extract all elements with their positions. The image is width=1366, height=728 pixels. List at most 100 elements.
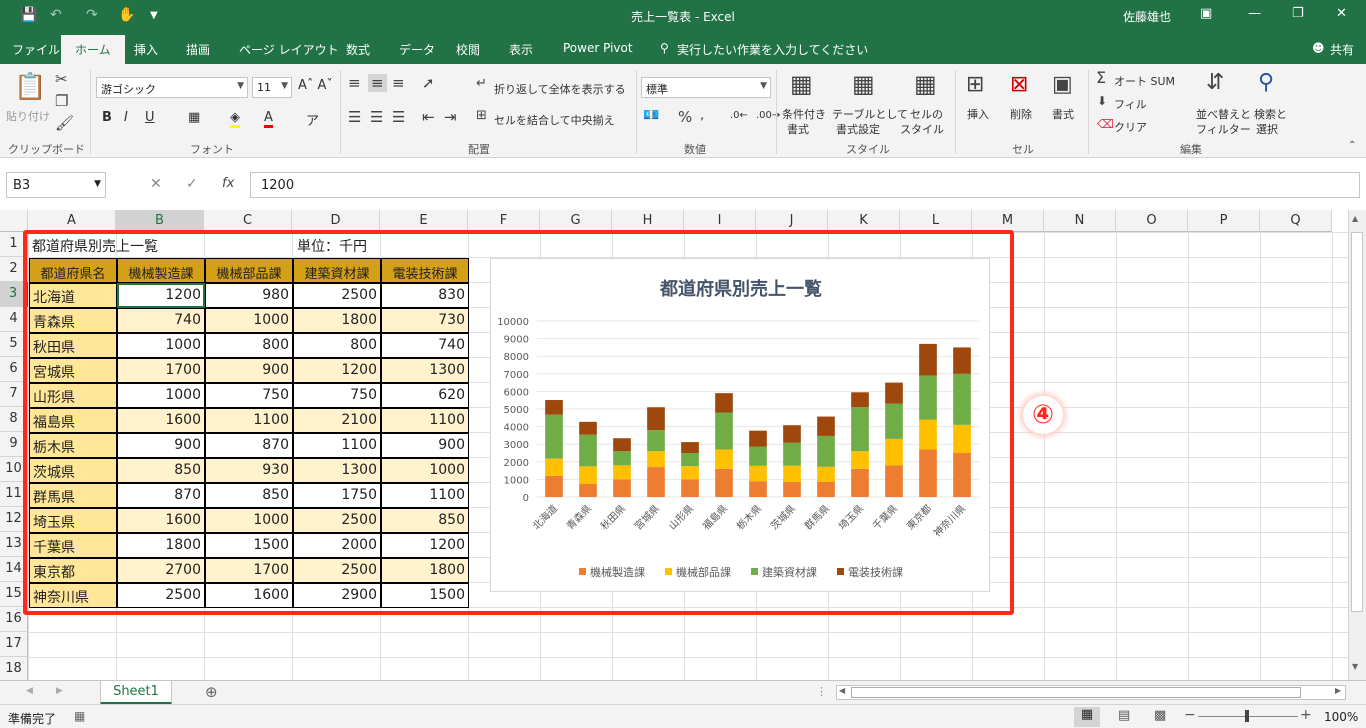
sort-filter-icon[interactable]: ⇵ xyxy=(1206,70,1224,95)
column-header[interactable]: C xyxy=(204,210,292,232)
search-icon[interactable]: ⚲ xyxy=(1258,70,1274,95)
sales-cell[interactable]: 1500 xyxy=(205,533,293,558)
tab-data[interactable]: データ xyxy=(399,41,435,58)
column-header[interactable]: A xyxy=(28,210,116,232)
cancel-icon[interactable]: ✕ xyxy=(150,176,162,192)
maximize-icon[interactable]: ❐ xyxy=(1292,6,1304,21)
percent-icon[interactable]: % xyxy=(678,108,692,126)
prefecture-cell[interactable]: 千葉県 xyxy=(29,533,117,558)
column-header[interactable]: L xyxy=(900,210,972,232)
row-header[interactable]: 8 xyxy=(0,407,28,432)
bold-icon[interactable]: B xyxy=(102,110,112,125)
scroll-down-icon[interactable]: ▼ xyxy=(1352,662,1358,671)
enter-icon[interactable]: ✓ xyxy=(186,176,198,192)
tab-file[interactable]: ファイル xyxy=(12,41,60,58)
font-size-select[interactable]: 11 ▼ xyxy=(252,77,292,98)
share-button[interactable]: 共有 xyxy=(1330,41,1354,58)
font-name-select[interactable]: 游ゴシック ▼ xyxy=(96,77,248,98)
sales-cell[interactable]: 980 xyxy=(205,283,293,308)
align-bottom-icon[interactable]: ≡ xyxy=(392,74,405,92)
sales-cell[interactable]: 850 xyxy=(117,458,205,483)
font-grow-icon[interactable]: Aˆ Aˇ xyxy=(298,78,333,93)
fill-button[interactable]: フィル xyxy=(1114,96,1147,112)
row-header[interactable]: 10 xyxy=(0,457,28,482)
add-sheet-icon[interactable]: ⊕ xyxy=(205,683,218,701)
sales-cell[interactable]: 1300 xyxy=(381,358,469,383)
zoom-in-icon[interactable]: + xyxy=(1300,707,1312,723)
page-layout-view-icon[interactable]: ▤ xyxy=(1118,708,1130,723)
sales-cell[interactable]: 1800 xyxy=(117,533,205,558)
scroll-up-icon[interactable]: ▲ xyxy=(1352,214,1358,223)
prefecture-cell[interactable]: 秋田県 xyxy=(29,333,117,358)
sales-cell[interactable]: 930 xyxy=(205,458,293,483)
sales-cell[interactable]: 900 xyxy=(381,433,469,458)
sales-cell[interactable]: 730 xyxy=(381,308,469,333)
sales-cell[interactable]: 2700 xyxy=(117,558,205,583)
tell-me-search[interactable]: 実行したい作業を入力してください xyxy=(677,41,868,58)
sales-cell[interactable]: 750 xyxy=(293,383,381,408)
horizontal-scrollbar[interactable]: ◀ ▶ xyxy=(836,685,1346,700)
tab-power-pivot[interactable]: Power Pivot xyxy=(563,41,633,55)
sales-cell[interactable]: 1800 xyxy=(293,308,381,333)
sales-cell[interactable]: 1800 xyxy=(381,558,469,583)
prefecture-cell[interactable]: 宮城県 xyxy=(29,358,117,383)
align-right-icon[interactable]: ☰ xyxy=(392,108,405,126)
prefecture-cell[interactable]: 北海道 xyxy=(29,283,117,308)
insert-cells-button[interactable]: 挿入 xyxy=(967,106,989,122)
prefecture-cell[interactable]: 福島県 xyxy=(29,408,117,433)
row-header[interactable]: 4 xyxy=(0,307,28,332)
align-middle-icon[interactable]: ≡ xyxy=(368,74,387,92)
align-left-icon[interactable]: ☰ xyxy=(348,108,361,126)
prefecture-cell[interactable]: 東京都 xyxy=(29,558,117,583)
increase-indent-icon[interactable]: ⇥ xyxy=(444,108,457,126)
prefecture-cell[interactable]: 茨城県 xyxy=(29,458,117,483)
zoom-out-icon[interactable]: − xyxy=(1184,707,1196,723)
sales-cell[interactable]: 1100 xyxy=(381,483,469,508)
tab-draw[interactable]: 描画 xyxy=(186,41,210,58)
row-header[interactable]: 2 xyxy=(0,257,28,282)
sales-cell[interactable]: 850 xyxy=(381,508,469,533)
sales-cell[interactable]: 2900 xyxy=(293,583,381,608)
sales-cell[interactable]: 620 xyxy=(381,383,469,408)
decrease-indent-icon[interactable]: ⇤ xyxy=(422,108,435,126)
eraser-icon[interactable]: ⌫ xyxy=(1097,117,1114,131)
sales-cell[interactable]: 2100 xyxy=(293,408,381,433)
sales-cell[interactable]: 1000 xyxy=(117,333,205,358)
increase-decimal-icon[interactable]: .0← xyxy=(730,110,748,121)
insert-cells-icon[interactable]: ⊞ xyxy=(966,72,984,97)
column-header[interactable]: B xyxy=(116,210,204,232)
sales-cell[interactable]: 1600 xyxy=(117,408,205,433)
tab-review[interactable]: 校閲 xyxy=(456,41,480,58)
orientation-icon[interactable]: ➚ xyxy=(422,74,435,92)
zoom-slider-thumb[interactable] xyxy=(1245,710,1249,722)
currency-icon[interactable]: 💶 xyxy=(643,108,659,123)
sales-cell[interactable]: 1000 xyxy=(117,383,205,408)
row-header[interactable]: 9 xyxy=(0,432,28,457)
user-name[interactable]: 佐藤雄也 xyxy=(1123,8,1171,25)
row-header[interactable]: 3 xyxy=(0,282,28,307)
sales-cell[interactable]: 1700 xyxy=(117,358,205,383)
row-header[interactable]: 5 xyxy=(0,332,28,357)
column-header[interactable]: G xyxy=(540,210,612,232)
row-header[interactable]: 13 xyxy=(0,532,28,557)
format-cells-icon[interactable]: ▣ xyxy=(1052,72,1073,97)
sales-cell[interactable]: 2000 xyxy=(293,533,381,558)
conditional-format-icon[interactable]: ▦ xyxy=(790,70,813,98)
merge-center-button[interactable]: セルを結合して中央揃え xyxy=(494,112,615,128)
table-header[interactable]: 機械製造課 xyxy=(117,258,205,283)
column-header[interactable]: O xyxy=(1116,210,1188,232)
table-header[interactable]: 電装技術課 xyxy=(381,258,469,283)
delete-cells-icon[interactable]: ⊠ xyxy=(1010,72,1028,97)
sales-cell[interactable]: 830 xyxy=(381,283,469,308)
sales-cell[interactable]: 2500 xyxy=(293,508,381,533)
sales-cell[interactable]: 750 xyxy=(205,383,293,408)
sales-cell[interactable]: 850 xyxy=(205,483,293,508)
cell-d1-unit[interactable]: 単位：千円 xyxy=(294,233,394,258)
column-header[interactable]: J xyxy=(756,210,828,232)
sheet-tab-sheet1[interactable]: Sheet1 xyxy=(100,681,172,705)
prefecture-cell[interactable]: 青森県 xyxy=(29,308,117,333)
cell-style-icon[interactable]: ▦ xyxy=(914,70,937,98)
align-top-icon[interactable]: ≡ xyxy=(348,74,361,92)
sales-cell[interactable]: 1000 xyxy=(205,308,293,333)
wrap-text-button[interactable]: 折り返して全体を表示する xyxy=(494,81,626,97)
